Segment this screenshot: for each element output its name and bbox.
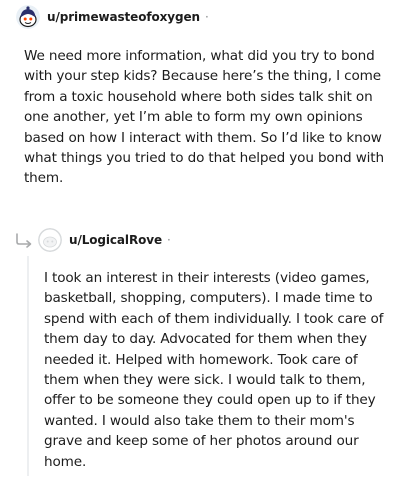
comment-header: u/LogicalRove · <box>14 228 171 252</box>
separator-dot: · <box>204 10 209 24</box>
separator-dot: · <box>167 233 171 247</box>
comment-header: u/primewasteofoxygen · <box>16 5 209 29</box>
username[interactable]: u/LogicalRove <box>69 233 162 247</box>
comment-body: We need more information, what did you t… <box>24 48 384 187</box>
comment-body: I took an interest in their interests (v… <box>44 270 384 470</box>
thread-line[interactable] <box>27 256 29 476</box>
reply-arrow-icon <box>16 233 32 248</box>
default-avatar-icon[interactable] <box>38 228 62 252</box>
snoo-avatar-icon[interactable] <box>16 5 40 29</box>
username[interactable]: u/primewasteofoxygen <box>47 10 200 24</box>
